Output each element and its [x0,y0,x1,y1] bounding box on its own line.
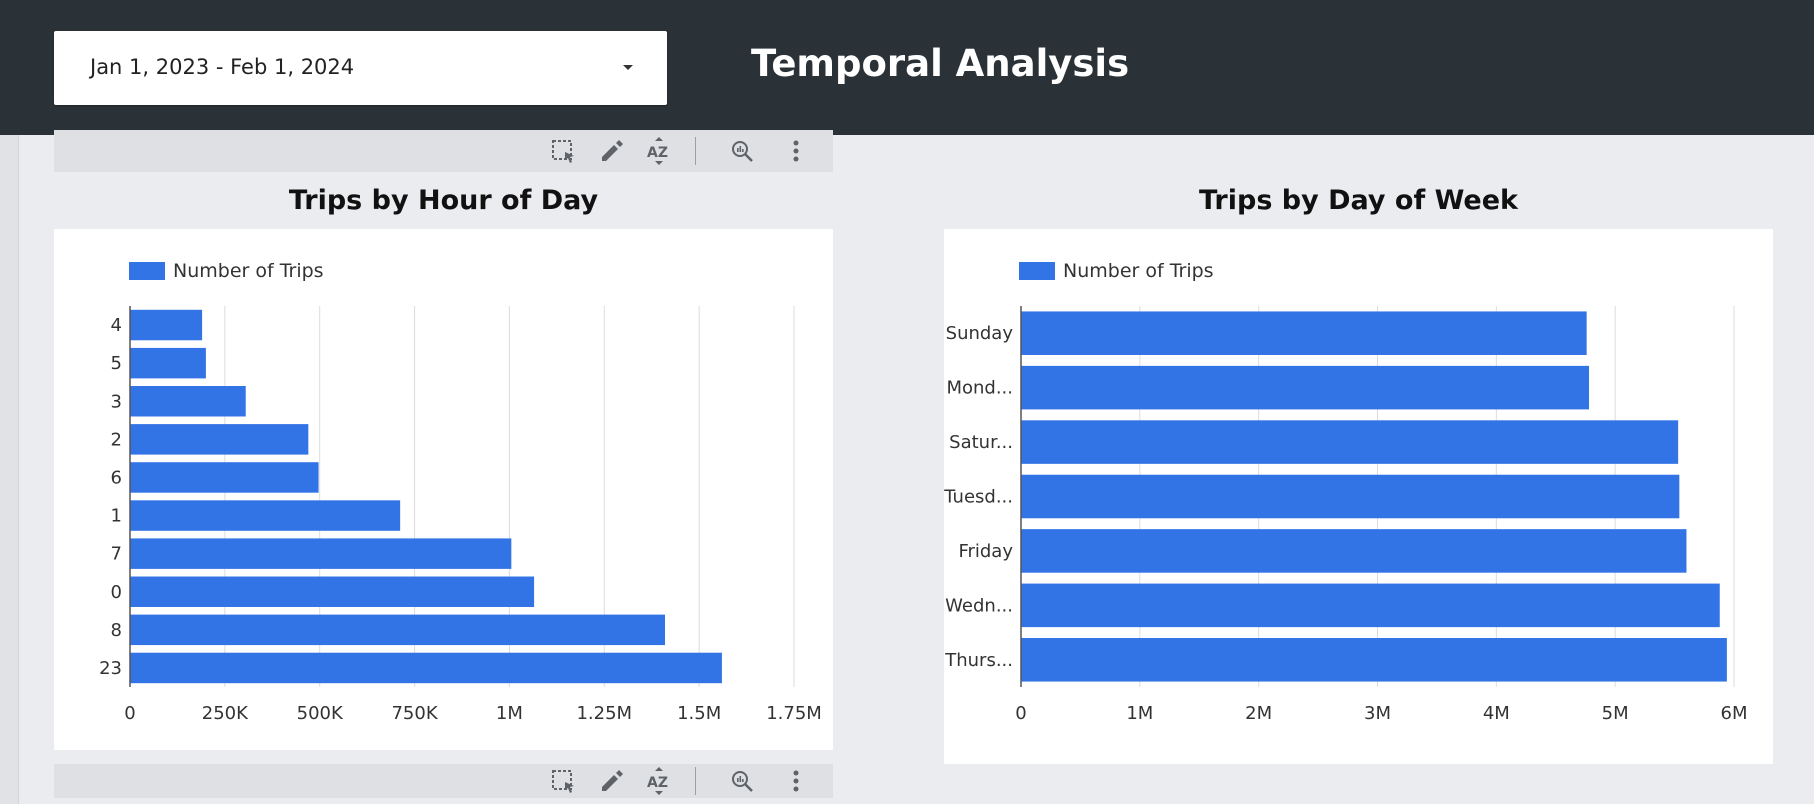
bar [1021,474,1680,519]
y-category-label: 2 [111,429,122,450]
date-range-picker[interactable]: Jan 1, 2023 - Feb 1, 2024 [54,31,667,105]
x-tick-label: 250K [202,703,249,724]
y-category-label: 0 [111,582,122,603]
y-category-label: Thurs... [944,650,1013,671]
bar [130,424,309,455]
x-tick-label: 2M [1245,703,1272,724]
select-area-icon[interactable] [548,136,578,166]
more-vert-icon[interactable] [781,136,811,166]
select-area-icon[interactable] [548,766,578,796]
x-tick-label: 750K [391,703,438,724]
y-category-label: 5 [111,353,122,374]
x-tick-label: 1.25M [576,703,632,724]
y-category-label: 4 [111,315,122,336]
y-category-label: 23 [99,658,122,679]
y-category-label: Satur... [949,432,1013,453]
bar [130,462,319,493]
x-tick-label: 1M [1126,703,1153,724]
page-title: Temporal Analysis [751,42,1130,85]
x-tick-label: 5M [1602,703,1629,724]
bar [1021,638,1727,682]
sort-az-icon[interactable]: AZ [644,136,674,166]
bar [1021,529,1687,573]
bar [1021,583,1720,628]
x-tick-label: 4M [1483,703,1510,724]
y-category-label: 1 [111,506,122,527]
x-tick-label: 0 [124,703,135,724]
bar [130,347,206,379]
svg-text:AZ: AZ [647,145,668,161]
bar [130,538,512,569]
x-tick-label: 6M [1721,703,1748,724]
chart-title-hour: Trips by Hour of Day [288,185,599,216]
chart-toolbar: AZ [54,130,833,172]
bar [130,309,203,341]
hour-bar-chart: 0 250K 500K 750K 1M 1.25M 1.5M 1.75M 4 5 3 2 6 1 7 0 8 23 [99,306,822,724]
chart-panel-day: Number of Trips 0 1M 2M 3M 4M 5M 6M Sunday Mond.… [944,229,1773,764]
toolbar-divider [695,767,696,795]
y-category-label: 6 [111,467,122,488]
chevron-down-icon[interactable] [623,65,633,70]
header-bar: Jan 1, 2023 - Feb 1, 2024 Temporal Analy… [0,0,1814,135]
x-tick-label: 1M [496,703,523,724]
day-bar-chart: 0 1M 2M 3M 4M 5M 6M Sunday Mond... Satur... Tuesd.… [944,306,1748,724]
y-category-label: Tuesd... [944,487,1013,508]
x-tick-label: 1.5M [677,703,721,724]
left-edge-divider [0,135,19,804]
y-category-label: Wedn... [945,595,1013,616]
chart-title-day: Trips by Day of Week [1198,185,1519,216]
explore-zoom-icon[interactable] [727,766,757,796]
y-category-label: 8 [111,620,122,641]
chart-toolbar-bottom: AZ [54,764,833,798]
svg-text:AZ: AZ [647,775,668,791]
y-category-label: 3 [111,391,122,412]
edit-pencil-icon[interactable] [596,136,626,166]
bar [130,386,246,417]
edit-pencil-icon[interactable] [596,766,626,796]
bar [130,614,665,646]
y-category-label: Friday [958,541,1013,562]
x-tick-label: 0 [1015,703,1026,724]
bar [1021,365,1590,410]
x-tick-label: 1.75M [766,703,822,724]
bar [1021,420,1679,464]
y-category-label: Mond... [946,378,1013,399]
sort-az-icon[interactable]: AZ [644,766,674,796]
bar [130,500,401,531]
bar [130,652,722,684]
y-category-label: Sunday [946,323,1014,344]
chart-panel-hour: Number of Trips 0 250K 500K 750K 1M 1.25M 1.5M… [54,229,833,750]
more-vert-icon[interactable] [781,766,811,796]
date-range-text: Jan 1, 2023 - Feb 1, 2024 [90,55,355,79]
x-tick-label: 3M [1364,703,1391,724]
toolbar-divider [695,137,696,165]
explore-zoom-icon[interactable] [727,136,757,166]
bar [1021,311,1587,355]
x-tick-label: 500K [297,703,344,724]
y-category-label: 7 [111,544,122,565]
bar [130,576,535,607]
